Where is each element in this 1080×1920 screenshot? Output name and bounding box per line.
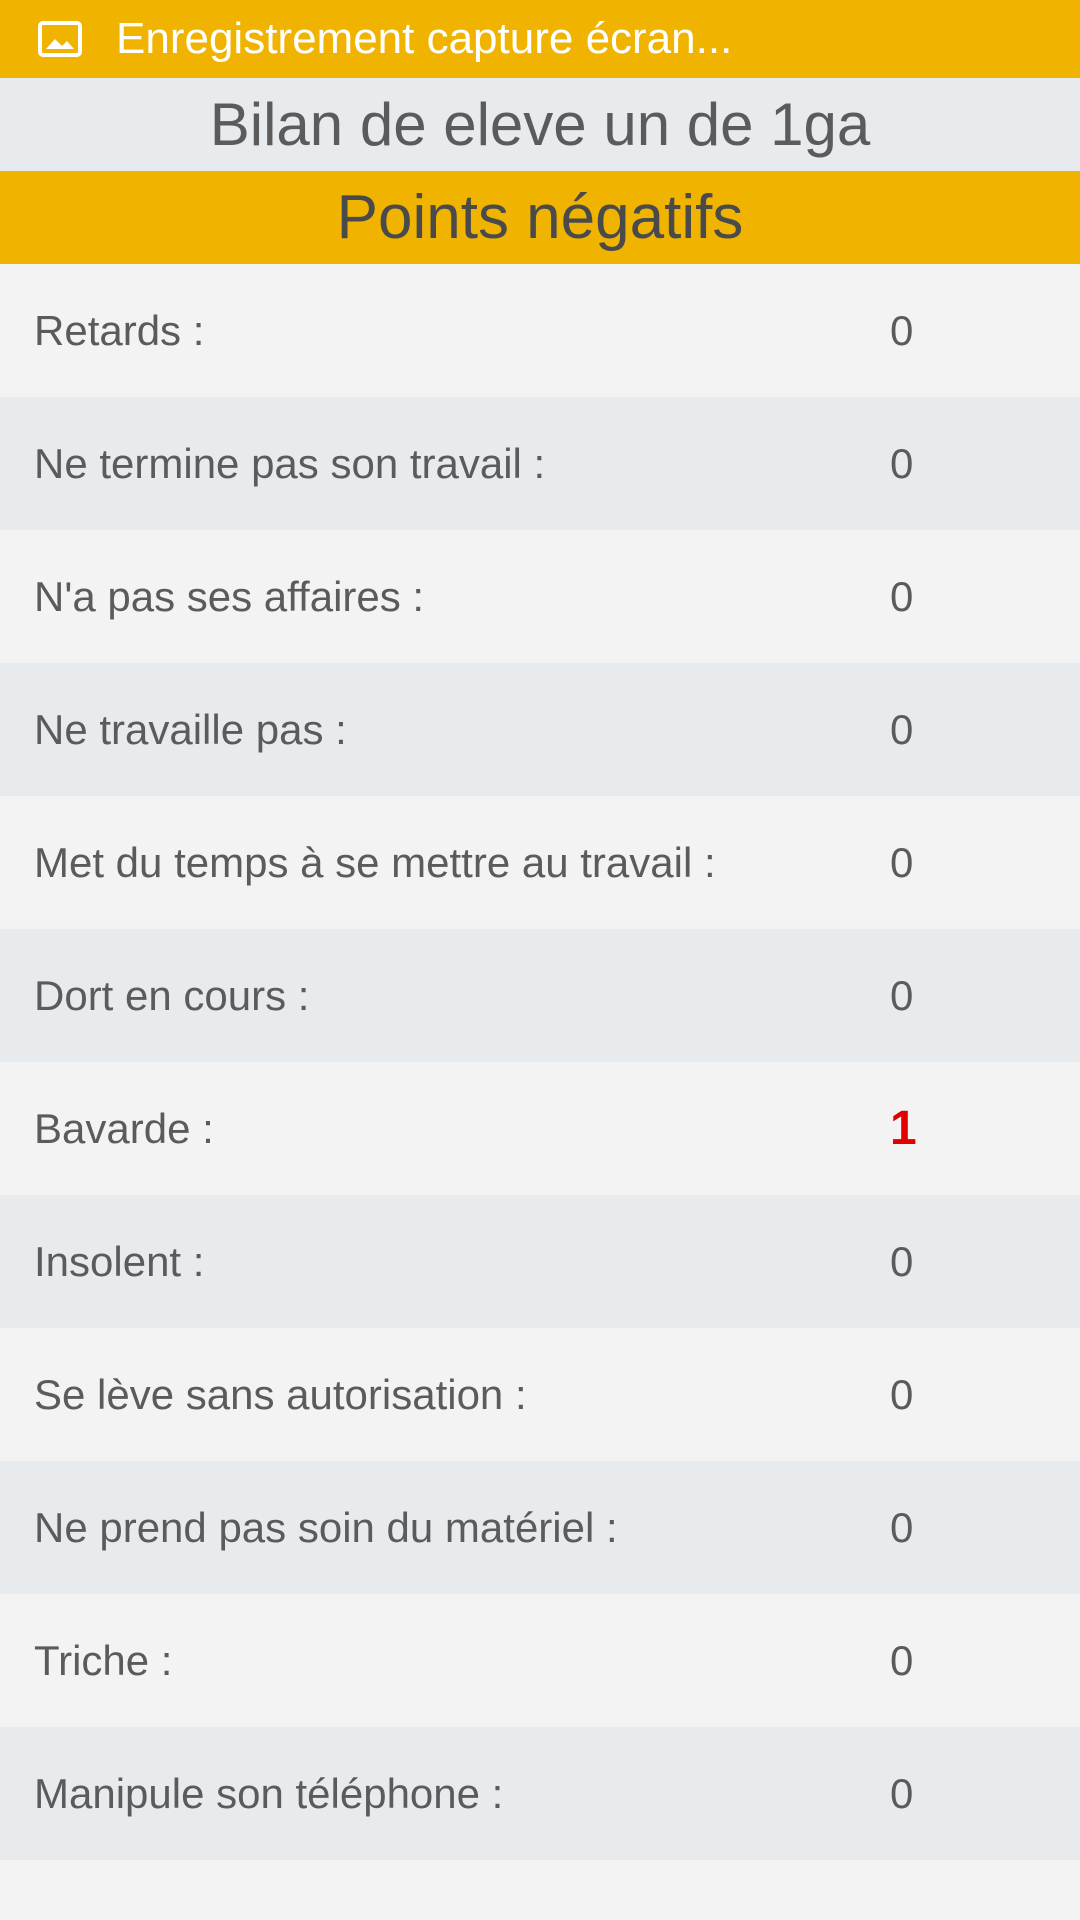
list-item[interactable]: Dort en cours : 0 <box>0 929 1080 1062</box>
list-item[interactable]: Triche : 0 <box>0 1594 1080 1727</box>
item-label: Bavarde : <box>34 1104 214 1152</box>
list-item[interactable]: Ne travaille pas : 0 <box>0 663 1080 796</box>
item-count: 0 <box>890 705 914 753</box>
list-item[interactable]: Bavarde : 1 <box>0 1062 1080 1195</box>
item-count: 0 <box>890 1769 914 1817</box>
item-count: 0 <box>890 1237 914 1285</box>
item-count: 0 <box>890 1636 914 1684</box>
status-notification-text: Enregistrement capture écran... <box>116 14 733 63</box>
item-count: 0 <box>890 838 914 886</box>
list-item[interactable]: Met du temps à se mettre au travail : 0 <box>0 796 1080 929</box>
item-count: 0 <box>890 572 914 620</box>
item-label: N'a pas ses affaires : <box>34 572 425 620</box>
item-count: 0 <box>890 1503 914 1551</box>
item-count: 0 <box>890 1370 914 1418</box>
page-title: Bilan de eleve un de 1ga <box>0 78 1080 171</box>
item-count: 0 <box>890 439 914 487</box>
list-item[interactable]: Manipule son téléphone : 0 <box>0 1727 1080 1860</box>
image-icon <box>38 21 82 57</box>
list-item[interactable]: N'a pas ses affaires : 0 <box>0 530 1080 663</box>
item-label: Ne termine pas son travail : <box>34 439 546 487</box>
negative-points-list: Retards : 0 Ne termine pas son travail :… <box>0 264 1080 1860</box>
section-header-negative-points: Points négatifs <box>0 171 1080 264</box>
item-count: 0 <box>890 971 914 1019</box>
list-item[interactable]: Ne termine pas son travail : 0 <box>0 397 1080 530</box>
item-label: Se lève sans autorisation : <box>34 1370 527 1418</box>
item-label: Manipule son téléphone : <box>34 1769 504 1817</box>
list-continuation <box>0 1860 1080 1920</box>
status-bar: Enregistrement capture écran... <box>0 0 1080 78</box>
list-item[interactable]: Insolent : 0 <box>0 1195 1080 1328</box>
item-label: Ne prend pas soin du matériel : <box>34 1503 618 1551</box>
item-label: Met du temps à se mettre au travail : <box>34 838 716 886</box>
item-label: Insolent : <box>34 1237 205 1285</box>
list-item[interactable]: Retards : 0 <box>0 264 1080 397</box>
list-item[interactable]: Ne prend pas soin du matériel : 0 <box>0 1461 1080 1594</box>
item-count-highlighted: 1 <box>890 1102 917 1155</box>
item-label: Retards : <box>34 306 205 354</box>
item-label: Ne travaille pas : <box>34 705 347 753</box>
list-item[interactable]: Se lève sans autorisation : 0 <box>0 1328 1080 1461</box>
item-count: 0 <box>890 306 914 354</box>
item-label: Triche : <box>34 1636 173 1684</box>
item-label: Dort en cours : <box>34 971 310 1019</box>
